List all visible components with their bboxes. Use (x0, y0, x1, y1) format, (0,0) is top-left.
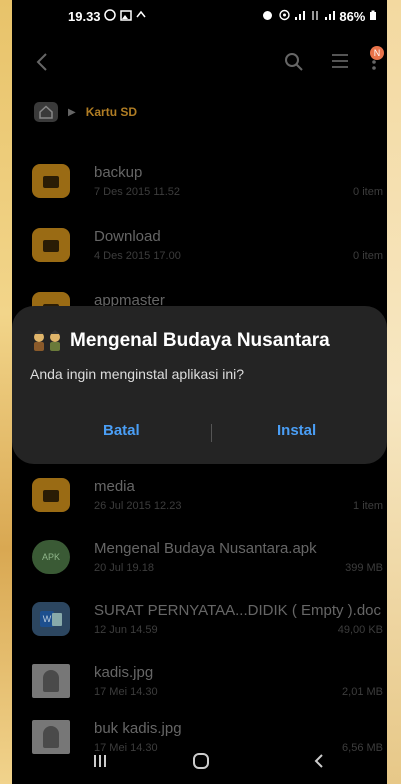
file-size: 49,00 KB (337, 624, 383, 636)
folder-icon (32, 164, 70, 198)
file-size: 399 MB (345, 562, 383, 574)
file-date: 4 Des 2015 17.00 (94, 250, 181, 262)
navigation-bar (12, 744, 387, 784)
battery-level: 86% (339, 9, 366, 24)
cancel-button[interactable]: Batal (103, 422, 140, 439)
list-item[interactable]: SURAT PERNYATAA...DIDIK ( Empty ).doc 12… (12, 588, 387, 648)
list-item[interactable]: media 26 Jul 2015 12.23 1 item (12, 464, 387, 524)
folder-icon (32, 228, 70, 262)
file-size: 1 item (353, 500, 383, 512)
list-item[interactable]: Download 4 Des 2015 17.00 0 item (12, 214, 387, 274)
home-folder-icon[interactable] (34, 102, 58, 122)
dialog-title-text: Mengenal Budaya Nusantara (70, 330, 330, 351)
notification-badge: N (370, 46, 384, 60)
breadcrumb-location[interactable]: Kartu SD (86, 105, 137, 119)
whatsapp-icon (104, 9, 120, 24)
status-right: 86% (261, 9, 377, 24)
file-name: Mengenal Budaya Nusantara.apk (94, 540, 317, 557)
dialog-message: Anda ingin menginstal aplikasi ini? (30, 366, 245, 382)
folder-icon (32, 478, 70, 512)
install-button[interactable]: Instal (277, 422, 316, 439)
background-right-edge (387, 0, 401, 784)
background-left-edge (0, 0, 12, 784)
app-icon (30, 330, 64, 352)
file-name: backup (94, 164, 143, 181)
list-item[interactable]: APK Mengenal Budaya Nusantara.apk 20 Jul… (12, 526, 387, 586)
file-size: 0 item (353, 186, 383, 198)
file-name: buk kadis.jpg (94, 720, 182, 737)
file-date: 7 Des 2015 11.52 (94, 186, 181, 198)
nav-back-icon[interactable] (312, 752, 326, 775)
alarm-icon (261, 9, 278, 24)
file-size: 0 item (353, 250, 383, 262)
file-name: kadis.jpg (94, 664, 154, 681)
hotspot-icon (278, 9, 295, 24)
file-name: media (94, 478, 135, 495)
file-date: 17 Mei 14.30 (94, 686, 158, 698)
file-date: 12 Jun 14.59 (94, 624, 158, 636)
list-item[interactable]: kadis.jpg 17 Mei 14.30 2,01 MB (12, 650, 387, 710)
toolbar: N (12, 44, 387, 84)
file-name: SURAT PERNYATAA...DIDIK ( Empty ).doc (94, 602, 381, 619)
apk-icon: APK (32, 540, 70, 574)
clock: 19.33 (68, 9, 101, 24)
file-date: 26 Jul 2015 12.23 (94, 500, 182, 512)
home-icon[interactable] (192, 752, 210, 775)
list-item[interactable]: backup 7 Des 2015 11.52 0 item (12, 150, 387, 210)
file-size: 2,01 MB (342, 686, 383, 698)
word-document-icon (32, 602, 70, 636)
breadcrumb-arrow-icon: ▶ (68, 106, 76, 118)
button-divider (211, 424, 212, 442)
status-left: 19.33 (68, 9, 147, 24)
status-bar: 19.33 86% (12, 0, 387, 32)
phone-screen: 19.33 86% N ▶ Kartu SD backup 7 Des 2015… (12, 0, 387, 784)
install-dialog: Mengenal Budaya Nusantara Anda ingin men… (12, 306, 387, 464)
file-date: 20 Jul 19.18 (94, 562, 154, 574)
gallery-icon (120, 9, 136, 24)
signal-icon-2 (324, 9, 340, 24)
signal-icon (294, 9, 310, 24)
breadcrumb: ▶ Kartu SD (34, 100, 137, 124)
list-view-icon[interactable] (328, 52, 352, 76)
battery-icon (369, 9, 377, 24)
search-icon[interactable] (282, 52, 306, 76)
file-name: Download (94, 228, 161, 245)
sync-icon (135, 9, 147, 24)
recent-apps-icon[interactable] (92, 752, 108, 775)
image-thumbnail-icon (32, 664, 70, 698)
dialog-title: Mengenal Budaya Nusantara (30, 330, 330, 352)
more-icon[interactable]: N (368, 46, 384, 76)
4g-icon (310, 9, 324, 24)
back-icon[interactable] (30, 52, 54, 76)
